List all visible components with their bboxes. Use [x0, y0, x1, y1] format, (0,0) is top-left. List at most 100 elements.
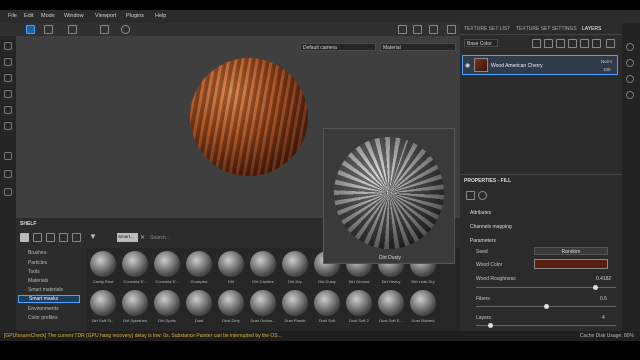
new-shelf-icon[interactable]: [33, 233, 42, 242]
grid-dense-icon[interactable]: [44, 25, 53, 34]
mask-thumb[interactable]: [250, 290, 276, 316]
display-settings-icon[interactable]: [429, 25, 438, 34]
layer-opacity[interactable]: 100: [603, 67, 611, 72]
shelf-cat-smart-masks[interactable]: Smart masks: [18, 295, 80, 303]
channel-dropdown[interactable]: Material: [380, 43, 456, 51]
shelf-cat-particles[interactable]: Particles: [28, 260, 47, 266]
paint-layer-icon[interactable]: [532, 39, 541, 48]
clear-filter-icon[interactable]: ✕: [140, 234, 145, 241]
menu-edit[interactable]: Edit: [24, 13, 33, 19]
mask-thumb[interactable]: [218, 251, 244, 277]
folder-layer-icon[interactable]: [580, 39, 589, 48]
material-mode-icon[interactable]: [466, 191, 475, 200]
export-icon[interactable]: [72, 233, 81, 242]
screenshot-icon[interactable]: [447, 25, 456, 34]
mask-thumb[interactable]: [218, 290, 244, 316]
fill-layer-icon[interactable]: [544, 39, 553, 48]
shelf-cat-materials[interactable]: Materials: [28, 278, 48, 284]
layers-slider[interactable]: [476, 323, 616, 328]
material-picker-icon[interactable]: [4, 152, 12, 160]
mask-thumb[interactable]: [282, 251, 308, 277]
folder-icon[interactable]: [20, 233, 29, 242]
add-icon[interactable]: [100, 25, 109, 34]
camera-dropdown[interactable]: Default camera: [300, 43, 376, 51]
section-channels-mapping[interactable]: Channels mapping: [460, 224, 622, 230]
mask-thumb[interactable]: [122, 290, 148, 316]
grid-icon[interactable]: [46, 233, 55, 242]
mask-thumb[interactable]: [186, 251, 212, 277]
add-mask-icon[interactable]: [556, 39, 565, 48]
menu-plugins[interactable]: Plugins: [126, 13, 144, 19]
menu-file[interactable]: File: [8, 13, 17, 19]
mask-thumb[interactable]: [378, 290, 404, 316]
mask-label: Dirt Leak Dry: [411, 279, 435, 284]
mask-thumb[interactable]: [154, 290, 180, 316]
clone-icon[interactable]: [4, 122, 12, 130]
shelf-cat-tools[interactable]: Tools: [28, 269, 40, 275]
delete-layer-icon[interactable]: [606, 39, 615, 48]
menu-viewport[interactable]: Viewport: [95, 13, 116, 19]
wood-roughness-slider[interactable]: [476, 285, 616, 290]
seed-label: Seed: [476, 249, 488, 255]
mask-thumb[interactable]: [90, 290, 116, 316]
shelf-cat-brushes[interactable]: Brushes: [28, 250, 46, 256]
light-icon[interactable]: [413, 25, 422, 34]
bake-icon[interactable]: [4, 188, 12, 196]
layers-toggle-icon[interactable]: [626, 59, 634, 67]
settings-icon[interactable]: [121, 25, 130, 34]
mask-thumb[interactable]: [314, 290, 340, 316]
layer-name[interactable]: Wood American Cherry: [491, 63, 543, 69]
visibility-icon[interactable]: ◉: [465, 62, 470, 69]
wood-color-swatch[interactable]: [534, 259, 608, 269]
menu-window[interactable]: Window: [64, 13, 84, 19]
layer-blend-mode[interactable]: Norm: [601, 59, 612, 64]
seed-random-button[interactable]: Random: [534, 247, 608, 255]
tab-texture-set-settings[interactable]: TEXTURE SET SETTINGS: [516, 26, 577, 32]
mask-thumb[interactable]: [282, 290, 308, 316]
camera-split-icon[interactable]: [68, 25, 77, 34]
projection-icon[interactable]: [4, 74, 12, 82]
duplicate-layer-icon[interactable]: [592, 39, 601, 48]
layers-value[interactable]: 4: [602, 315, 605, 321]
shelf-toggle-icon[interactable]: [626, 43, 634, 51]
properties-panel: PROPERTIES - FILL Attributes Channels ma…: [460, 174, 622, 331]
mask-thumb[interactable]: [154, 251, 180, 277]
preview-label: Dirt Dusty: [379, 255, 401, 261]
mask-thumb[interactable]: [346, 290, 372, 316]
paint-brush-icon[interactable]: [4, 42, 12, 50]
mask-thumb[interactable]: [122, 251, 148, 277]
geometry-fill-icon[interactable]: [4, 90, 12, 98]
menu-mode[interactable]: Mode: [41, 13, 55, 19]
eraser-icon[interactable]: [4, 58, 12, 66]
mask-thumb[interactable]: [90, 251, 116, 277]
texture-set-icon[interactable]: [626, 91, 634, 99]
effect-icon[interactable]: [568, 39, 577, 48]
search-filter-chip[interactable]: Smart...: [117, 233, 138, 242]
tab-layers[interactable]: LAYERS: [582, 26, 601, 32]
smudge-icon[interactable]: [4, 106, 12, 114]
mask-thumb[interactable]: [186, 290, 212, 316]
fibers-value[interactable]: 0.5: [600, 296, 607, 302]
channel-select[interactable]: Base Color: [464, 39, 498, 47]
import-icon[interactable]: [59, 233, 68, 242]
mask-mode-icon[interactable]: [478, 191, 487, 200]
shelf-cat-color-profiles[interactable]: Color profiles: [28, 315, 57, 321]
wood-roughness-value[interactable]: 0.4182: [596, 276, 611, 282]
filter-icon[interactable]: ▼: [89, 233, 98, 242]
history-icon[interactable]: [626, 75, 634, 83]
layer-row[interactable]: ◉ Wood American Cherry Norm 100: [462, 55, 618, 75]
shelf-cat-environments[interactable]: Environments: [28, 306, 59, 312]
tab-texture-set-list[interactable]: TEXTURE SET LIST: [464, 26, 510, 32]
fibers-slider[interactable]: [476, 304, 616, 309]
shelf-cat-smart-materials[interactable]: Smart materials: [28, 287, 63, 293]
search-input[interactable]: Search...: [150, 235, 170, 241]
camera-icon[interactable]: [398, 25, 407, 34]
main-toolbar: [0, 23, 460, 36]
section-parameters[interactable]: Parameters: [460, 238, 622, 244]
menu-help[interactable]: Help: [155, 13, 166, 19]
grid-view-icon[interactable]: [26, 25, 35, 34]
polygon-fill-icon[interactable]: [4, 170, 12, 178]
section-attributes[interactable]: Attributes: [460, 210, 622, 216]
mask-thumb[interactable]: [410, 290, 436, 316]
mask-thumb[interactable]: [250, 251, 276, 277]
